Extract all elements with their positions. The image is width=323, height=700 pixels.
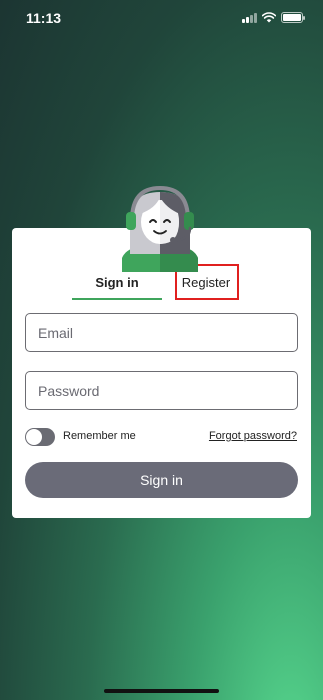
signal-icon bbox=[242, 12, 257, 23]
wifi-icon bbox=[262, 12, 276, 23]
tab-signin[interactable]: Sign in bbox=[72, 272, 162, 300]
status-bar: 11:13 bbox=[0, 0, 323, 36]
auth-tabs: Sign in Register bbox=[12, 272, 311, 302]
toggle-knob bbox=[26, 429, 42, 445]
remember-me-toggle[interactable] bbox=[25, 428, 55, 446]
support-agent-avatar-icon bbox=[122, 185, 198, 272]
remember-me-label: Remember me bbox=[63, 430, 136, 442]
battery-icon bbox=[281, 12, 305, 23]
status-time: 11:13 bbox=[26, 10, 62, 26]
email-field[interactable] bbox=[25, 313, 298, 352]
signin-button[interactable]: Sign in bbox=[25, 462, 298, 498]
forgot-password-link[interactable]: Forgot password? bbox=[209, 430, 297, 442]
status-icons bbox=[242, 12, 305, 23]
password-field[interactable] bbox=[25, 371, 298, 410]
active-tab-underline bbox=[72, 298, 162, 300]
home-indicator bbox=[104, 689, 219, 693]
